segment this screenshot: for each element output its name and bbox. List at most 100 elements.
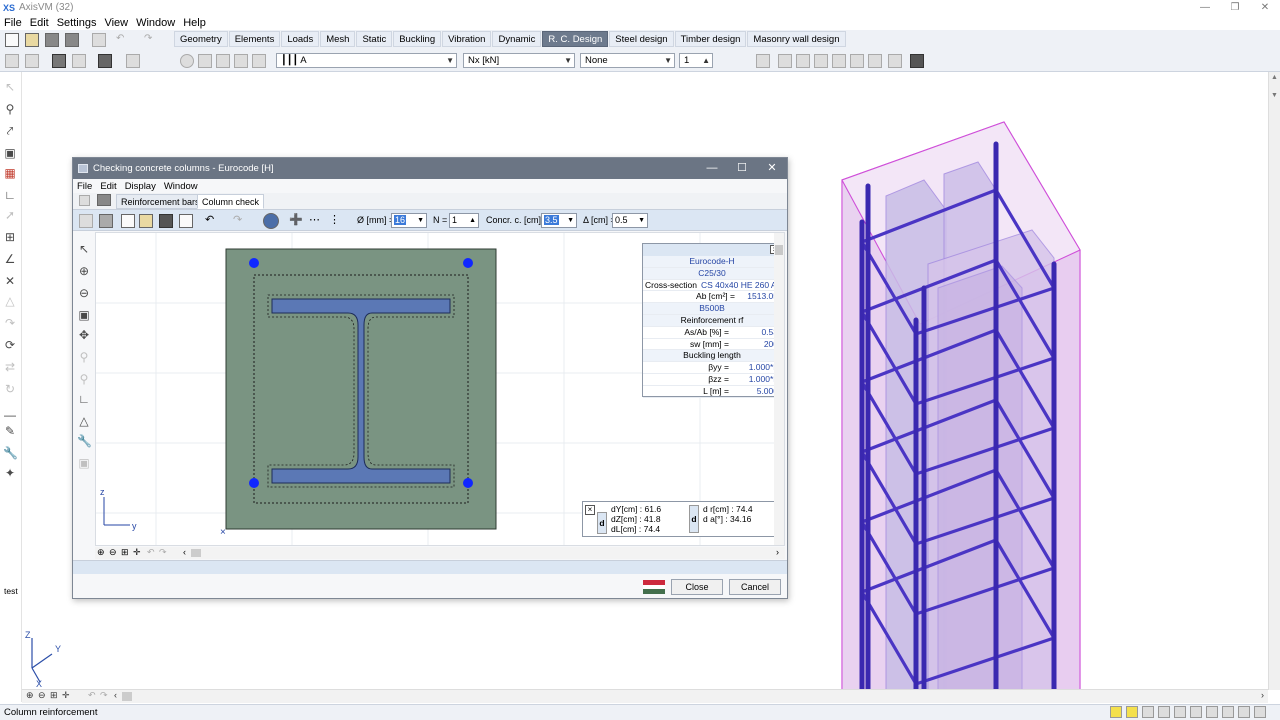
result-display-icon[interactable] xyxy=(180,54,194,68)
dialog-redo-icon[interactable]: ↷ xyxy=(233,213,242,226)
snap-grid-icon[interactable] xyxy=(1110,706,1122,718)
tab-buckling[interactable]: Buckling xyxy=(393,31,442,47)
menu-view[interactable]: View xyxy=(100,17,132,29)
scroll-left-icon[interactable]: ‹ xyxy=(114,690,117,700)
dialog-title-bar[interactable]: Checking concrete columns - Eurocode [H]… xyxy=(73,158,787,179)
print-icon[interactable] xyxy=(65,33,79,47)
open-file-icon[interactable] xyxy=(25,33,39,47)
dialog-zoom-fit-icon[interactable]: ▣ xyxy=(77,308,91,322)
stretch-icon[interactable]: ⇄ xyxy=(3,360,17,374)
view-icon[interactable] xyxy=(5,54,19,68)
section-plane-icon[interactable] xyxy=(234,54,248,68)
dialog-dimension-icon[interactable]: ∟ xyxy=(77,392,91,406)
scale-spinner[interactable]: 1 ▲ xyxy=(679,53,713,68)
shell-icon[interactable] xyxy=(868,54,882,68)
dialog-menu-file[interactable]: File xyxy=(73,181,96,192)
bend-icon[interactable]: ↷ xyxy=(3,316,17,330)
menu-file[interactable]: File xyxy=(0,17,26,29)
tab-dynamic[interactable]: Dynamic xyxy=(492,31,542,47)
canvas-undo-view-icon[interactable]: ↶ xyxy=(147,547,155,558)
tab-mesh[interactable]: Mesh xyxy=(320,31,356,47)
scroll-up-icon[interactable]: ▲ xyxy=(1271,74,1278,81)
tab-rc-design[interactable]: R. C. Design xyxy=(542,31,609,47)
canvas-zoom-fit-icon[interactable]: ⊞ xyxy=(121,547,129,558)
menu-settings[interactable]: Settings xyxy=(53,17,101,29)
add-bar-icon[interactable]: ➕ xyxy=(289,213,303,226)
cross-icon[interactable]: ✕ xyxy=(3,274,17,288)
tab-reinforcement-bars[interactable]: Reinforcement bars xyxy=(116,194,205,209)
diameter-select[interactable]: 16 ▼ xyxy=(391,213,427,228)
display-mode-select[interactable]: None ▼ xyxy=(580,53,675,68)
layer-manager-icon[interactable] xyxy=(126,54,140,68)
layer-toggle-icon[interactable] xyxy=(1238,706,1250,718)
brush-icon[interactable]: ✎ xyxy=(3,424,17,438)
wall-icon[interactable] xyxy=(888,54,902,68)
dialog-print-icon[interactable] xyxy=(97,194,111,206)
minimize-button[interactable]: — xyxy=(1190,0,1220,15)
zoom-out-icon[interactable]: ⊖ xyxy=(38,690,46,701)
tab-vibration[interactable]: Vibration xyxy=(442,31,492,47)
dimension-icon[interactable]: ∟ xyxy=(3,188,17,202)
dialog-menu-display[interactable]: Display xyxy=(121,181,160,192)
snap-midpoint-icon[interactable] xyxy=(1142,706,1154,718)
dialog-menu-window[interactable]: Window xyxy=(160,181,202,192)
scroll-right-icon[interactable]: › xyxy=(1261,690,1264,700)
cancel-button[interactable]: Cancel xyxy=(729,579,781,595)
beam-icon[interactable] xyxy=(814,54,828,68)
rebar-top-right[interactable] xyxy=(463,258,473,268)
dialog-maximize-button[interactable]: ☐ xyxy=(727,158,757,179)
menu-window[interactable]: Window xyxy=(132,17,179,29)
undo-icon[interactable]: ↶ xyxy=(116,33,130,47)
dialog-zoom-window-icon[interactable]: ⚲ xyxy=(77,350,91,364)
iso-lines-icon[interactable] xyxy=(778,54,792,68)
section-canvas[interactable]: z y × × Eurocode-H C25/30 Cross-sectionC… xyxy=(95,232,785,546)
bar-grid-icon[interactable]: ⋮ xyxy=(329,213,340,226)
color-legend-icon[interactable]: ▦ xyxy=(3,166,17,180)
maximize-button[interactable]: ❐ xyxy=(1220,0,1250,15)
snap-node-icon[interactable] xyxy=(1126,706,1138,718)
snap-perpendicular-icon[interactable] xyxy=(1174,706,1186,718)
menu-help[interactable]: Help xyxy=(179,17,210,29)
column-3d-model[interactable] xyxy=(826,118,1096,690)
eraser-icon[interactable] xyxy=(98,54,112,68)
bar-row-icon[interactable]: ⋯ xyxy=(309,213,320,226)
redo-icon[interactable]: ↷ xyxy=(144,33,158,47)
rebar-top-left[interactable] xyxy=(249,258,259,268)
load-case-select[interactable]: ┃┃┃ A ▼ xyxy=(276,53,457,68)
scroll-down-icon[interactable]: ▼ xyxy=(1271,92,1278,99)
undo-view-icon[interactable]: ↶ xyxy=(88,690,96,701)
dialog-save-icon[interactable] xyxy=(159,214,173,228)
redo-view-icon[interactable]: ↷ xyxy=(100,690,108,701)
dialog-wrench-icon[interactable]: 🔧 xyxy=(77,434,92,448)
select-arrow-icon[interactable]: ↖ xyxy=(3,80,17,94)
canvas-hscroll-thumb[interactable] xyxy=(191,549,201,557)
wrench-icon[interactable]: 🔧 xyxy=(3,446,18,460)
hungarian-flag-icon[interactable] xyxy=(643,580,665,594)
canvas-scroll-right-icon[interactable]: › xyxy=(776,547,779,557)
envelope-icon[interactable] xyxy=(252,54,266,68)
filter-icon[interactable] xyxy=(25,54,39,68)
section-view-icon[interactable] xyxy=(263,213,279,229)
info-panel-header[interactable]: × xyxy=(643,244,781,256)
result-grid-icon[interactable] xyxy=(198,54,212,68)
n-spinner[interactable]: 1 ▲ xyxy=(449,213,479,228)
canvas-redo-view-icon[interactable]: ↷ xyxy=(159,547,167,558)
zoom-fit-icon[interactable]: ⊞ xyxy=(50,690,58,701)
close-button[interactable]: ✕ xyxy=(1250,0,1280,15)
canvas-zoom-out-icon[interactable]: ⊖ xyxy=(109,547,117,558)
rebar-bottom-right[interactable] xyxy=(463,478,473,488)
settings-tool-icon[interactable]: ✦ xyxy=(3,466,17,480)
angle-icon[interactable]: ∠ xyxy=(3,252,17,266)
line-tool-icon[interactable]: — xyxy=(3,408,17,422)
measure-icon[interactable]: ➚ xyxy=(3,208,17,222)
tab-column-check[interactable]: Column check xyxy=(197,194,265,209)
diagram-icon[interactable] xyxy=(796,54,810,68)
dialog-report-icon[interactable] xyxy=(179,214,193,228)
cover-select[interactable]: 3.5 ▼ xyxy=(541,213,577,228)
dialog-select-icon[interactable]: ↖ xyxy=(77,242,91,256)
snap-intersection-icon[interactable] xyxy=(1158,706,1170,718)
dialog-close-x-button[interactable]: ✕ xyxy=(757,158,787,179)
vertical-scrollbar[interactable]: ▲ ▼ xyxy=(1268,72,1280,690)
render-icon[interactable] xyxy=(1254,706,1266,718)
column-icon[interactable] xyxy=(832,54,846,68)
